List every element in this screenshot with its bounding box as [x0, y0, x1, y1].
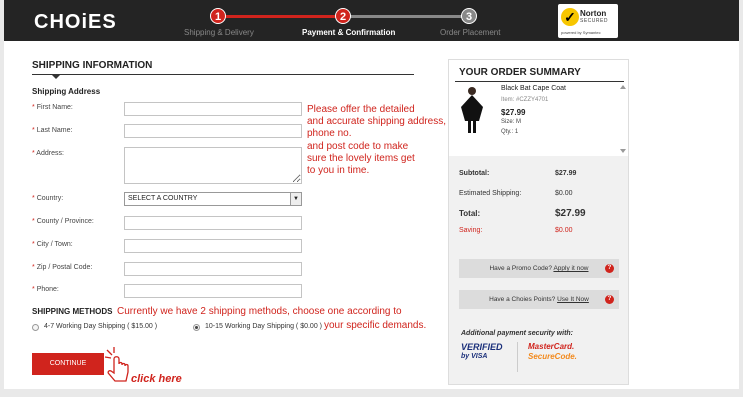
product-price: $27.99	[501, 108, 526, 117]
methods-note-line-2: your specific demands.	[324, 320, 427, 331]
progress-line-todo	[348, 15, 468, 18]
address-textarea[interactable]	[124, 147, 302, 184]
city-input[interactable]	[124, 239, 302, 253]
step-3-marker: 3	[461, 8, 477, 24]
total-value: $27.99	[555, 208, 586, 219]
step-1-marker: 1	[210, 8, 226, 24]
phone-label: * Phone:	[32, 286, 59, 293]
last-name-input[interactable]	[124, 124, 302, 138]
choies-points-box: Have a Choies Points? Use It Now ?	[459, 290, 619, 309]
product-item-number: Item: #CZZY4701	[501, 97, 549, 103]
pointing-hand-icon	[104, 347, 129, 382]
zip-input[interactable]	[124, 262, 302, 276]
verified-by-visa-logo: VERIFIED by VISA	[461, 342, 503, 360]
step-2-label: Payment & Confirmation	[302, 28, 396, 37]
top-bar: CHOiES 1 2 3 Shipping & Delivery Payment…	[4, 0, 739, 41]
address-label: * Address:	[32, 150, 64, 157]
order-summary-title: YOUR ORDER SUMMARY	[459, 67, 581, 78]
continue-button[interactable]: CONTINUE	[32, 353, 104, 375]
first-name-input[interactable]	[124, 102, 302, 116]
use-points-link[interactable]: Use It Now	[557, 296, 589, 303]
product-thumbnail[interactable]	[459, 85, 485, 135]
norton-secured-badge[interactable]: ✓ Norton SECURED powered by Symantec	[558, 4, 618, 38]
checkmark-icon: ✓	[561, 8, 579, 26]
summary-divider	[455, 81, 624, 82]
country-label: * Country:	[32, 195, 64, 202]
city-label: * City / Town:	[32, 241, 73, 248]
subtotal-label: Subtotal:	[459, 170, 490, 177]
shipping-method-radio-express[interactable]	[32, 324, 39, 331]
checkout-panel: SHIPPING INFORMATION Shipping Address * …	[4, 41, 739, 389]
shipping-methods-title: SHIPPING METHODS	[32, 307, 113, 316]
order-summary: YOUR ORDER SUMMARY Black Bat Cape Coat I…	[448, 59, 629, 385]
secured-text: SECURED	[580, 18, 608, 24]
country-select[interactable]: SELECT A COUNTRY ▼	[124, 192, 302, 206]
shipping-address-title: Shipping Address	[32, 87, 101, 96]
symantec-text: powered by Symantec	[561, 30, 601, 35]
choies-logo[interactable]: CHOiES	[34, 11, 117, 34]
saving-value: $0.00	[555, 227, 573, 234]
norton-text: Norton	[580, 9, 607, 18]
subtotal-value: $27.99	[555, 170, 577, 177]
mastercard-securecode-logo: MasterCard. SecureCode.	[517, 342, 583, 372]
shipping-method-radio-standard[interactable]	[193, 324, 200, 331]
dropdown-arrow-icon: ▼	[290, 193, 301, 205]
help-icon[interactable]: ?	[605, 264, 614, 273]
product-quantity: Qty.: 1	[501, 129, 519, 135]
shipping-info-title: SHIPPING INFORMATION	[32, 60, 153, 71]
help-icon[interactable]: ?	[605, 295, 614, 304]
product-name[interactable]: Black Bat Cape Coat	[501, 85, 566, 92]
saving-label: Saving:	[459, 227, 483, 234]
total-label: Total:	[459, 209, 481, 218]
shipping-value: $0.00	[555, 190, 573, 197]
promo-code-box: Have a Promo Code? Apply it now ?	[459, 259, 619, 278]
payment-security-title: Additional payment security with:	[461, 330, 574, 337]
section-pointer	[52, 75, 60, 79]
shipping-method-label-standard[interactable]: 10-15 Working Day Shipping ( $0.00 )	[205, 323, 322, 330]
last-name-label: * Last Name:	[32, 127, 73, 134]
apply-promo-link[interactable]: Apply it now	[553, 265, 588, 272]
county-input[interactable]	[124, 216, 302, 230]
zip-label: * Zip / Postal Code:	[32, 264, 93, 271]
summary-scrollbar[interactable]	[620, 84, 626, 154]
progress-line-done	[222, 15, 336, 18]
county-label: * County / Province:	[32, 218, 94, 225]
click-here-annotation: click here	[131, 373, 182, 385]
shipping-method-label-express[interactable]: 4-7 Working Day Shipping ( $15.00 )	[44, 323, 157, 330]
section-divider	[32, 74, 414, 75]
methods-note-line-1: Currently we have 2 shipping methods, ch…	[117, 306, 402, 317]
product-size: Size: M	[501, 119, 522, 125]
shipping-label: Estimated Shipping:	[459, 190, 522, 197]
first-name-label: * First Name:	[32, 104, 73, 111]
step-1-label: Shipping & Delivery	[184, 28, 254, 37]
step-3-label: Order Placement	[440, 28, 501, 37]
step-2-marker: 2	[335, 8, 351, 24]
phone-input[interactable]	[124, 284, 302, 298]
